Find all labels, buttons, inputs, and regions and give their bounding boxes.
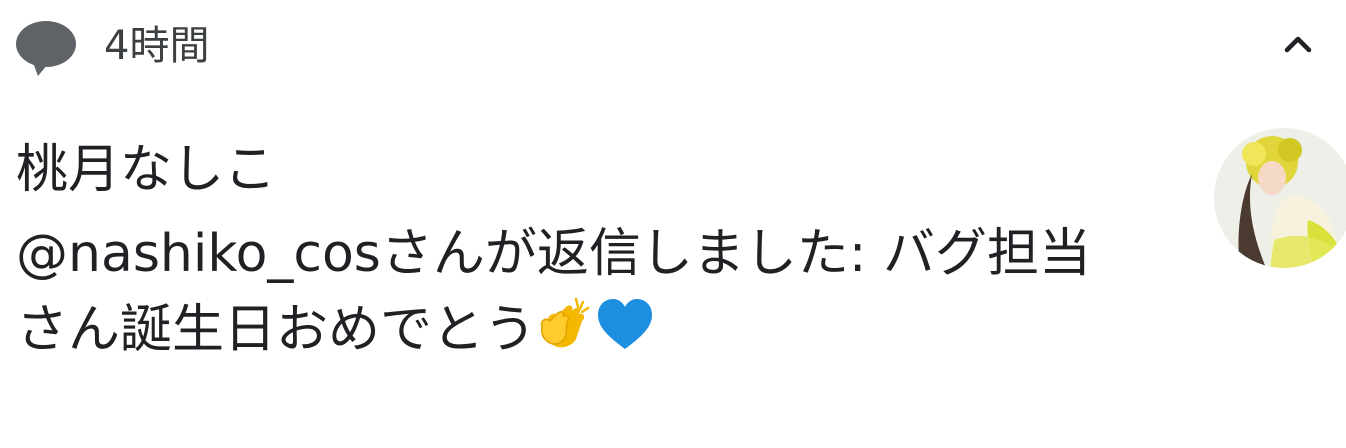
notification-header: 4時間 [0, 0, 1346, 96]
clapping-hands-emoji [536, 295, 594, 374]
message-line-1: @nashiko_cosさんが返信しました: バグ担当 [16, 224, 1091, 284]
notification-time: 4時間 [104, 23, 210, 69]
collapse-button[interactable] [1270, 22, 1326, 70]
speech-bubble-icon [16, 20, 80, 78]
blue-heart-emoji [594, 295, 656, 374]
notification-card[interactable]: 4時間 桃月なしこ @nashiko_cosさんが返信しました: バグ担当 さん… [0, 0, 1346, 448]
avatar [1214, 128, 1346, 268]
notification-message: @nashiko_cosさんが返信しました: バグ担当 さん誕生日おめでとう [16, 216, 1176, 374]
notification-title: 桃月なしこ [16, 140, 277, 200]
message-line-2: さん誕生日おめでとう [16, 300, 537, 360]
chevron-up-icon [1282, 34, 1314, 58]
